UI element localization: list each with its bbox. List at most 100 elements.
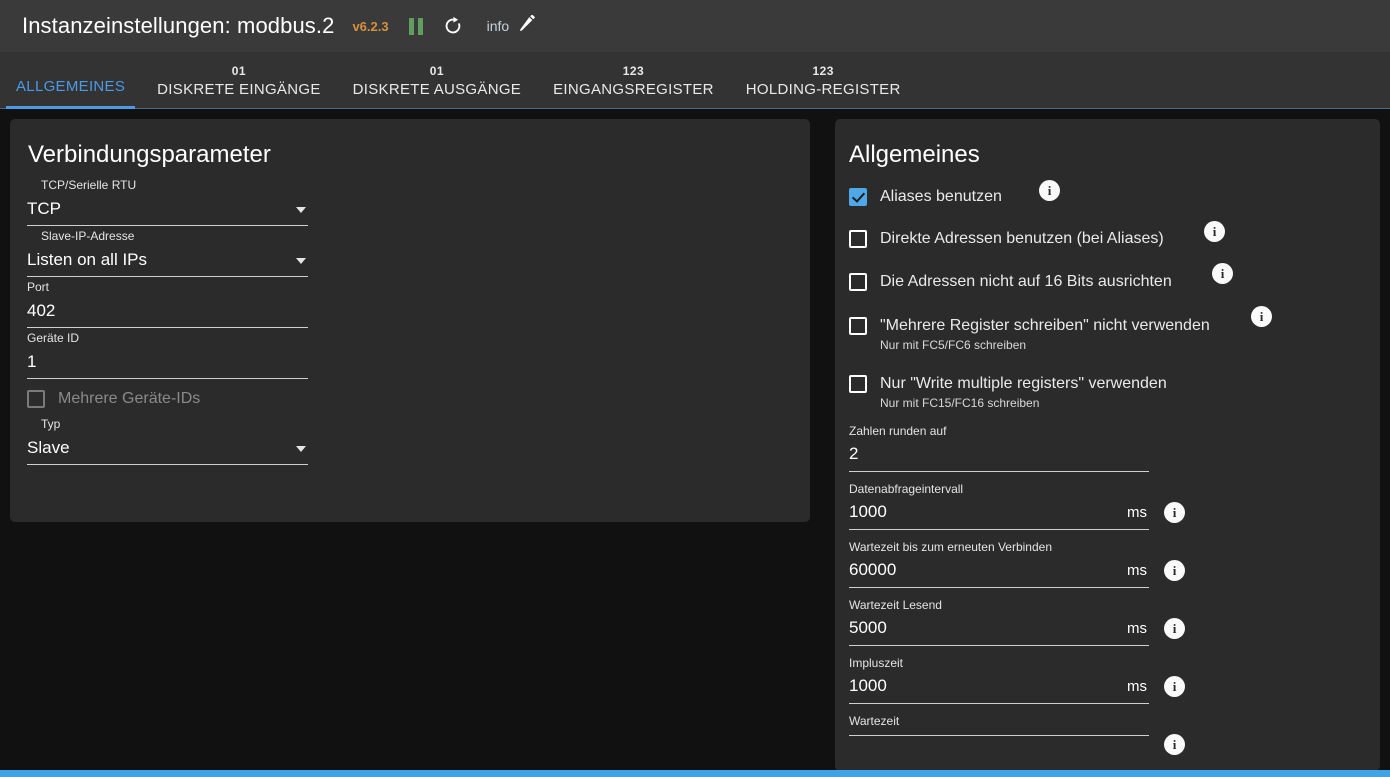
field-label: Wartezeit bis zum erneuten Verbinden xyxy=(849,540,1052,554)
option-label: Nur "Write multiple registers" verwenden xyxy=(880,375,1167,392)
field-label: Zahlen runden auf xyxy=(849,424,947,438)
type-select[interactable]: Slave xyxy=(27,434,308,465)
general-settings-card: Allgemeines Aliases benutzen i Direkte A… xyxy=(835,119,1380,771)
type-value: Slave xyxy=(27,438,70,457)
option-sublabel: Nur mit FC5/FC6 schreiben xyxy=(880,338,1027,352)
zahlen-runden-auf-input[interactable]: 2 xyxy=(849,441,1149,467)
numeric-123-icon: 123 xyxy=(812,64,834,78)
instance-settings-window: Instanzeinstellungen: modbus.2 v6.2.3 in… xyxy=(0,0,1390,777)
field-protocol: TCP/Serielle RTU TCP xyxy=(27,175,308,226)
unit-label: ms xyxy=(1127,620,1147,637)
field-label: Port xyxy=(27,280,50,294)
connection-parameters-card: Verbindungsparameter TCP/Serielle RTU TC… xyxy=(10,119,810,522)
info-icon[interactable]: i xyxy=(1039,180,1060,201)
tab-diskrete-ausgaenge[interactable]: 01 DISKRETE AUSGÄNGE xyxy=(337,52,537,109)
option-label: Direkte Adressen benutzen (bei Aliases) xyxy=(880,230,1164,247)
settings-body: Verbindungsparameter TCP/Serielle RTU TC… xyxy=(0,109,1390,771)
refresh-icon[interactable] xyxy=(443,16,463,36)
keine-16bit-ausrichtung-checkbox[interactable] xyxy=(849,273,867,291)
info-icon[interactable]: i xyxy=(1164,560,1185,581)
field-datenabfrageintervall: Datenabfrageintervall 1000 ms i xyxy=(849,480,1185,530)
direkte-adressen-checkbox[interactable] xyxy=(849,230,867,248)
tab-eingangsregister[interactable]: 123 EINGANGSREGISTER xyxy=(537,52,730,109)
info-link[interactable]: info xyxy=(487,18,510,34)
unit-label: ms xyxy=(1127,562,1147,579)
multiple-device-ids-row[interactable]: Mehrere Geräte-IDs xyxy=(27,389,810,408)
info-icon[interactable]: i xyxy=(1204,221,1225,242)
aliases-benutzen-checkbox[interactable] xyxy=(849,188,867,206)
chevron-down-icon xyxy=(296,258,306,264)
device-id-input[interactable]: 1 xyxy=(27,348,308,379)
info-icon[interactable]: i xyxy=(1212,263,1233,284)
option-label: Die Adressen nicht auf 16 Bits ausrichte… xyxy=(880,273,1172,290)
option-keine-16bit-ausrichtung[interactable]: Die Adressen nicht auf 16 Bits ausrichte… xyxy=(849,263,1380,291)
slave-ip-select[interactable]: Listen on all IPs xyxy=(27,246,308,277)
field-wartezeit-reconnect: Wartezeit bis zum erneuten Verbinden 600… xyxy=(849,538,1185,588)
info-icon[interactable]: i xyxy=(1164,618,1185,639)
binary-01-icon: 01 xyxy=(429,64,445,78)
connection-fields: TCP/Serielle RTU TCP Slave-IP-Adresse Li… xyxy=(10,169,810,465)
field-label: Slave-IP-Adresse xyxy=(41,229,135,243)
info-icon[interactable]: i xyxy=(1251,306,1272,327)
tab-allgemeines[interactable]: ALLGEMEINES xyxy=(0,52,141,109)
multiple-device-ids-label: Mehrere Geräte-IDs xyxy=(58,390,201,407)
field-type: Typ Slave xyxy=(27,414,308,465)
connection-parameters-heading: Verbindungsparameter xyxy=(28,141,271,168)
tab-label: ALLGEMEINES xyxy=(16,78,126,95)
info-icon[interactable]: i xyxy=(1164,676,1185,697)
version-badge: v6.2.3 xyxy=(352,18,389,34)
tab-bar: ALLGEMEINES 01 DISKRETE EINGÄNGE 01 DISK… xyxy=(0,52,1390,109)
field-slave-ip: Slave-IP-Adresse Listen on all IPs xyxy=(27,226,308,277)
unit-label: ms xyxy=(1127,678,1147,695)
chevron-down-icon xyxy=(296,446,306,452)
field-label: TCP/Serielle RTU xyxy=(41,178,137,192)
info-icon[interactable]: i xyxy=(1164,502,1185,523)
port-input[interactable]: 402 xyxy=(27,297,308,328)
multiple-device-ids-checkbox[interactable] xyxy=(27,390,45,408)
protocol-value: TCP xyxy=(27,199,61,218)
tab-label: EINGANGSREGISTER xyxy=(553,81,714,98)
tab-label: DISKRETE AUSGÄNGE xyxy=(352,81,522,98)
field-wartezeit: Wartezeit i xyxy=(849,712,1185,755)
general-settings-fields: Aliases benutzen i Direkte Adressen benu… xyxy=(835,169,1380,755)
info-icon[interactable]: i xyxy=(1164,734,1185,755)
general-settings-heading: Allgemeines xyxy=(849,141,980,168)
field-label: Geräte ID xyxy=(27,331,80,345)
datenabfrageintervall-input[interactable]: 1000 xyxy=(849,499,1127,525)
unit-label: ms xyxy=(1127,504,1147,521)
tab-diskrete-eingaenge[interactable]: 01 DISKRETE EINGÄNGE xyxy=(141,52,336,109)
wartezeit-lesend-input[interactable]: 5000 xyxy=(849,615,1127,641)
page-title: Instanzeinstellungen: modbus.2 xyxy=(22,13,335,38)
option-mehrere-register-nicht-verwenden[interactable]: "Mehrere Register schreiben" nicht verwe… xyxy=(849,306,1380,352)
tab-label: HOLDING-REGISTER xyxy=(745,81,901,98)
field-label: Wartezeit xyxy=(849,714,900,728)
bottom-accent-bar xyxy=(0,770,1390,777)
slave-ip-value: Listen on all IPs xyxy=(27,250,148,269)
field-label: Datenabfrageintervall xyxy=(849,482,964,496)
numeric-123-icon: 123 xyxy=(622,64,645,78)
nur-write-multiple-checkbox[interactable] xyxy=(849,375,867,393)
mehrere-register-nicht-verwenden-checkbox[interactable] xyxy=(849,317,867,335)
protocol-select[interactable]: TCP xyxy=(27,195,308,226)
field-impluszeit: Impluszeit 1000 ms i xyxy=(849,654,1185,704)
field-zahlen-runden-auf: Zahlen runden auf 2 xyxy=(849,422,1149,472)
binary-01-icon: 01 xyxy=(231,64,247,78)
window-titlebar: Instanzeinstellungen: modbus.2 v6.2.3 in… xyxy=(0,0,1390,52)
field-label: Wartezeit Lesend xyxy=(849,598,942,612)
option-nur-write-multiple[interactable]: Nur "Write multiple registers" verwenden… xyxy=(849,374,1380,410)
wartezeit-reconnect-input[interactable]: 60000 xyxy=(849,557,1127,583)
chevron-down-icon xyxy=(296,207,306,213)
field-label: Impluszeit xyxy=(849,656,904,670)
pause-icon[interactable] xyxy=(408,17,423,35)
option-sublabel: Nur mit FC15/FC16 schreiben xyxy=(880,396,1040,410)
tab-holding-register[interactable]: 123 HOLDING-REGISTER xyxy=(730,52,917,109)
field-wartezeit-lesend: Wartezeit Lesend 5000 ms i xyxy=(849,596,1185,646)
option-direkte-adressen[interactable]: Direkte Adressen benutzen (bei Aliases) … xyxy=(849,221,1380,248)
impluszeit-input[interactable]: 1000 xyxy=(849,673,1127,699)
field-port: Port 402 xyxy=(27,277,308,328)
option-label: Aliases benutzen xyxy=(880,188,1002,205)
pencil-icon[interactable] xyxy=(518,13,536,38)
field-device-id: Geräte ID 1 xyxy=(27,328,308,379)
option-label: "Mehrere Register schreiben" nicht verwe… xyxy=(880,317,1210,334)
option-aliases-benutzen[interactable]: Aliases benutzen i xyxy=(849,180,1380,206)
